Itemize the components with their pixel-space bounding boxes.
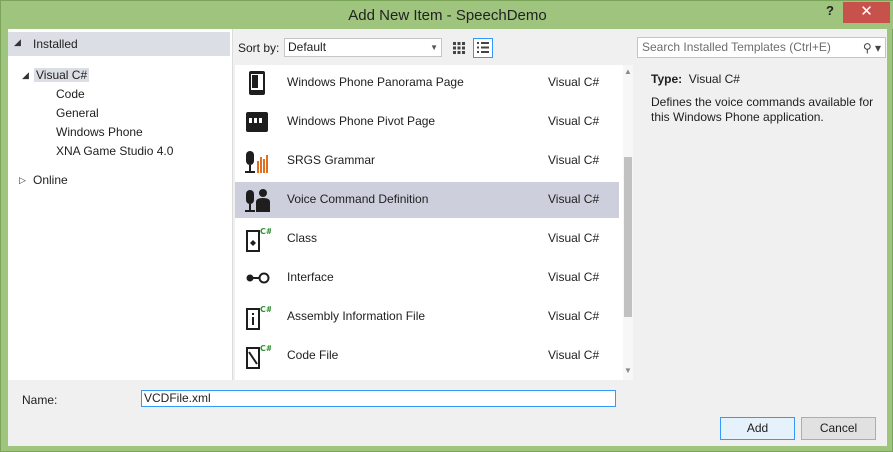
add-new-item-dialog: Add New Item - SpeechDemo ? ✕ ◢ Installe… [0, 0, 893, 452]
title-bar[interactable]: Add New Item - SpeechDemo ? ✕ [1, 1, 893, 29]
grid-view-icon [453, 42, 465, 54]
tree-label-installed: Installed [33, 37, 78, 51]
template-list: Windows Phone Panorama Page Visual C# Wi… [235, 65, 633, 380]
voice-command-icon [245, 189, 270, 212]
tree-node-code[interactable]: Code [56, 85, 85, 103]
scrollbar-thumb[interactable] [624, 157, 632, 317]
category-tree: ◢ Installed ◢ Visual C# Code General Win… [8, 29, 233, 380]
collapse-triangle-icon[interactable]: ◢ [22, 70, 29, 81]
sort-by-label: Sort by: [238, 41, 280, 55]
template-item-panorama[interactable]: Windows Phone Panorama Page Visual C# [235, 65, 619, 101]
tree-node-xna[interactable]: XNA Game Studio 4.0 [56, 142, 173, 160]
template-name: Class [287, 231, 318, 245]
template-language: Visual C# [548, 270, 600, 284]
template-language: Visual C# [548, 192, 600, 206]
template-name: Interface [287, 270, 334, 284]
collapse-triangle-icon[interactable]: ◢ [14, 37, 21, 48]
template-item-assembly-info[interactable]: C# Assembly Information File Visual C# [235, 299, 619, 335]
scroll-up-arrow-icon[interactable]: ▲ [623, 67, 633, 76]
window-title: Add New Item - SpeechDemo [348, 7, 547, 24]
description-pane: Type: Visual C# Defines the voice comman… [643, 65, 887, 380]
template-item-code-file[interactable]: C# Code File Visual C# [235, 338, 619, 374]
template-language: Visual C# [548, 153, 600, 167]
tree-node-general[interactable]: General [56, 104, 99, 122]
details-view-button[interactable] [473, 38, 493, 58]
template-item-interface[interactable]: Interface Visual C# [235, 260, 619, 296]
dropdown-arrow-icon: ▼ [430, 43, 438, 52]
help-button[interactable]: ? [819, 3, 841, 23]
template-language: Visual C# [548, 309, 600, 323]
svg-text:C#: C# [260, 344, 271, 353]
dialog-body: ◢ Installed ◢ Visual C# Code General Win… [8, 29, 887, 446]
template-name: SRGS Grammar [287, 153, 376, 167]
list-view-icon [477, 42, 489, 53]
template-name: Code File [287, 348, 339, 362]
medium-icons-view-button[interactable] [449, 38, 469, 58]
template-language: Visual C# [548, 231, 600, 245]
search-installed-templates-input[interactable]: Search Installed Templates (Ctrl+E) ⚲ ▾ [637, 37, 886, 58]
cancel-button[interactable]: Cancel [801, 417, 876, 440]
template-name: Assembly Information File [287, 309, 426, 323]
name-label: Name: [22, 393, 58, 407]
type-label: Type: [651, 72, 683, 86]
template-list-scrollbar[interactable]: ▲ ▼ [623, 65, 633, 380]
type-value: Visual C# [688, 72, 740, 86]
template-name: Windows Phone Pivot Page [287, 114, 436, 128]
template-item-srgs[interactable]: SRGS Grammar Visual C# [235, 143, 619, 179]
template-name: Voice Command Definition [287, 192, 429, 206]
tree-node-windows-phone[interactable]: Windows Phone [56, 123, 143, 141]
tree-node-online[interactable]: Online [33, 171, 68, 189]
code-file-icon: C# [246, 344, 271, 369]
search-icon[interactable]: ⚲ ▾ [863, 39, 881, 58]
tree-node-installed[interactable]: ◢ Installed [8, 32, 230, 56]
expand-triangle-icon[interactable]: ▷ [19, 175, 26, 186]
phone-pivot-icon [246, 112, 268, 132]
sort-by-dropdown[interactable]: Default ▼ [284, 38, 442, 57]
description-text: Defines the voice commands available for… [651, 95, 874, 124]
close-button[interactable]: ✕ [843, 2, 890, 23]
search-placeholder: Search Installed Templates (Ctrl+E) [642, 40, 831, 54]
add-button[interactable]: Add [720, 417, 795, 440]
microphone-grammar-icon [245, 151, 268, 173]
type-line: Type: Visual C# [651, 72, 740, 86]
class-icon: C# [246, 227, 271, 252]
template-item-voice-command[interactable]: Voice Command Definition Visual C# [235, 182, 619, 218]
template-item-class[interactable]: C# Class Visual C# [235, 221, 619, 257]
template-name: Windows Phone Panorama Page [287, 75, 464, 89]
template-language: Visual C# [548, 348, 600, 362]
name-field[interactable]: VCDFile.xml [141, 390, 616, 407]
scroll-down-arrow-icon[interactable]: ▼ [623, 366, 633, 375]
svg-text:C#: C# [260, 305, 271, 314]
template-language: Visual C# [548, 114, 600, 128]
tree-node-visual-csharp[interactable]: Visual C# [34, 66, 90, 84]
svg-text:C#: C# [260, 227, 271, 236]
sort-by-value: Default [288, 40, 327, 54]
interface-icon [246, 272, 270, 284]
phone-panorama-icon [249, 71, 265, 95]
template-language: Visual C# [548, 75, 600, 89]
template-item-pivot[interactable]: Windows Phone Pivot Page Visual C# [235, 104, 619, 140]
assembly-info-icon: C# [246, 305, 271, 330]
